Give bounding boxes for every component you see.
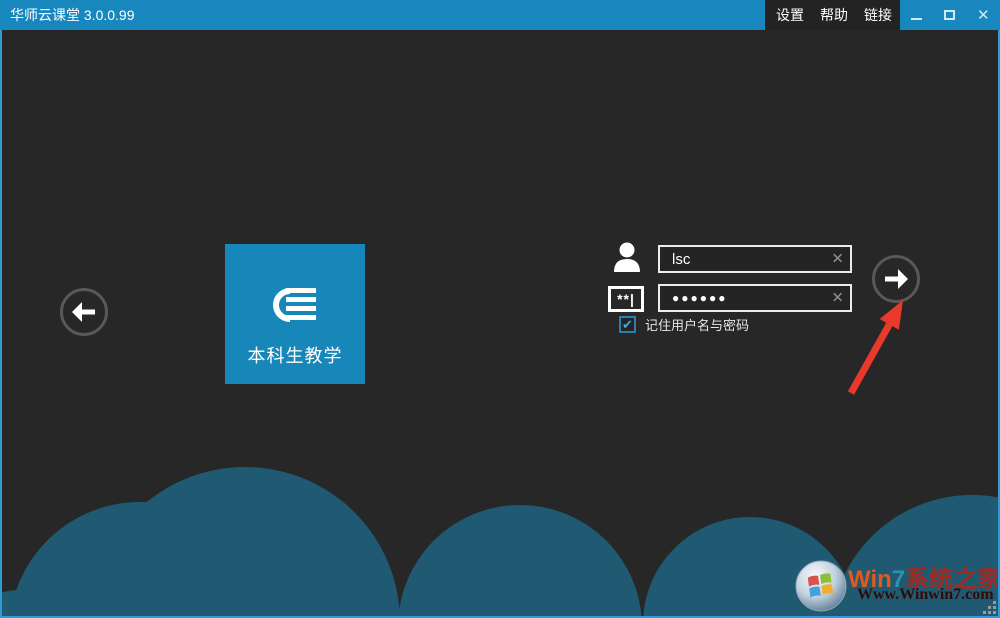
watermark-url: Www.Winwin7.com: [857, 586, 994, 603]
window-border-left: [0, 30, 2, 618]
back-button[interactable]: [60, 288, 108, 336]
windows-logo: [795, 560, 847, 612]
menu-item-links[interactable]: 链接: [864, 5, 892, 25]
forward-icon: [885, 269, 908, 289]
app-title: 华师云课堂 3.0.0.99: [10, 7, 135, 23]
book-icon: [273, 288, 316, 322]
password-icon-text: **|: [617, 291, 635, 307]
window-controls: ✕: [900, 0, 1000, 30]
minimize-icon: [911, 18, 923, 20]
password-field-wrap: ✕: [658, 284, 852, 312]
clear-username-icon[interactable]: ✕: [831, 252, 844, 267]
maximize-button[interactable]: [937, 2, 963, 28]
resize-grip[interactable]: [981, 599, 997, 615]
back-icon: [72, 302, 95, 322]
tile-label: 本科生教学: [247, 346, 343, 366]
menu-bar: 设置 帮助 链接: [765, 0, 900, 30]
checkmark-icon: ✔: [622, 317, 633, 332]
close-button[interactable]: ✕: [970, 2, 996, 28]
close-icon: ✕: [977, 6, 990, 24]
watermark: Win7系统之家 Www.Winwin7.com: [795, 558, 1000, 614]
minimize-button[interactable]: [904, 2, 930, 28]
login-forward-button[interactable]: [872, 255, 920, 303]
password-icon: **|: [608, 286, 644, 312]
password-input[interactable]: [658, 284, 852, 312]
maximize-icon: [944, 10, 956, 20]
tile-undergraduate-teaching[interactable]: 本科生教学: [225, 244, 365, 384]
menu-item-help[interactable]: 帮助: [820, 5, 848, 25]
clear-password-icon[interactable]: ✕: [831, 291, 844, 306]
username-input[interactable]: [658, 245, 852, 273]
menu-item-settings[interactable]: 设置: [776, 5, 804, 25]
username-field-wrap: ✕: [658, 245, 852, 273]
remember-checkbox[interactable]: ✔: [619, 316, 636, 333]
user-icon: [614, 242, 640, 272]
app-window: 华师云课堂 3.0.0.99 设置 帮助 链接 ✕ 本科生教学 lsc ✕ **…: [0, 0, 1000, 618]
remember-label: 记住用户名与密码: [645, 318, 750, 333]
titlebar: 华师云课堂 3.0.0.99 设置 帮助 链接 ✕: [0, 0, 1000, 30]
remember-row: ✔ 记住用户名与密码: [619, 315, 749, 334]
